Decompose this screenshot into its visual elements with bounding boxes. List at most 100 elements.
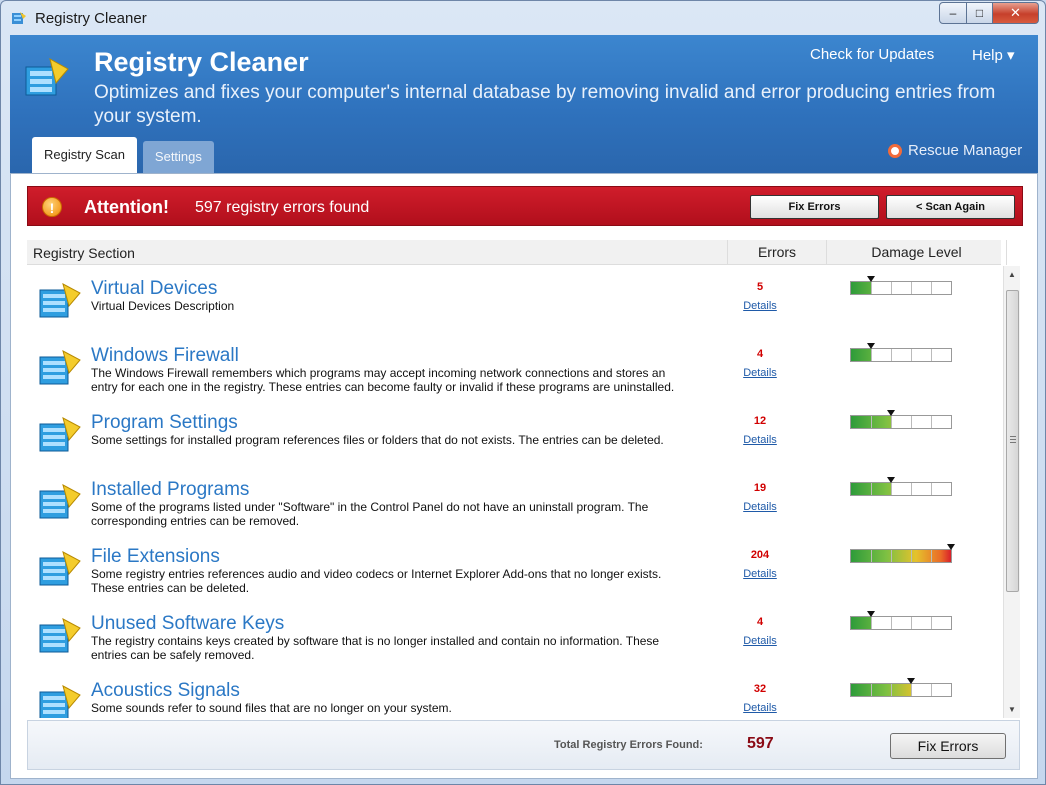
meter-segment-divider (891, 483, 892, 495)
meter-segment-divider (891, 282, 892, 294)
scroll-down-arrow-icon[interactable]: ▼ (1004, 701, 1020, 718)
row-details-link[interactable]: Details (727, 635, 793, 647)
app-window: Registry Cleaner – □ ✕ Registry Cleaner … (0, 0, 1046, 785)
column-header: Registry Section Errors Damage Level (27, 240, 1007, 265)
column-errors[interactable]: Errors (727, 240, 827, 265)
meter-segment-divider (911, 483, 912, 495)
summary-footer: Total Registry Errors Found: 597 Fix Err… (27, 720, 1020, 770)
scrollbar-thumb[interactable] (1006, 290, 1019, 592)
row-title[interactable]: Virtual Devices (91, 278, 217, 300)
row-details-link[interactable]: Details (727, 300, 793, 312)
row-description: Some of the programs listed under "Softw… (91, 500, 649, 528)
damage-level-meter (850, 343, 952, 362)
meter-segment-divider (891, 684, 892, 696)
help-menu[interactable]: Help ▾ (972, 46, 1015, 64)
meter-segment-divider (931, 349, 932, 361)
damage-level-fill (851, 282, 871, 294)
meter-segment-divider (931, 684, 932, 696)
meter-segment-divider (891, 550, 892, 562)
damage-pointer-icon (907, 678, 915, 684)
close-button[interactable]: ✕ (993, 2, 1039, 24)
row-description: Some sounds refer to sound files that ar… (91, 701, 452, 715)
minimize-button[interactable]: – (939, 2, 967, 24)
row-error-count: 4 (756, 616, 764, 628)
row-title[interactable]: File Extensions (91, 546, 220, 568)
row-details-link[interactable]: Details (727, 568, 793, 580)
app-header: Registry Cleaner Optimizes and fixes you… (10, 35, 1038, 173)
vertical-scrollbar[interactable]: ▲ ▼ (1003, 266, 1020, 718)
rescue-manager-label: Rescue Manager (908, 142, 1023, 159)
registry-section-icon (39, 685, 81, 718)
damage-pointer-icon (887, 410, 895, 416)
row-details-link[interactable]: Details (727, 501, 793, 513)
row-error-count: 5 (756, 281, 764, 293)
damage-level-meter (850, 678, 952, 697)
row-error-count: 19 (753, 482, 767, 494)
registry-section-row: File Extensions Some registry entries ref… (27, 534, 1002, 601)
damage-level-meter (850, 410, 952, 429)
damage-pointer-icon (867, 343, 875, 349)
damage-level-meter (850, 544, 955, 563)
row-title[interactable]: Acoustics Signals (91, 680, 240, 702)
damage-level-fill (851, 550, 951, 562)
grip-icon (1010, 436, 1016, 443)
row-title[interactable]: Program Settings (91, 412, 238, 434)
meter-segment-divider (931, 416, 932, 428)
total-errors-value: 597 (747, 735, 774, 752)
registry-section-list: Virtual Devices Virtual Devices Descripti… (27, 266, 1002, 718)
row-description: Some registry entries references audio a… (91, 567, 662, 595)
registry-cleaner-icon (12, 12, 26, 24)
window-title: Registry Cleaner (35, 10, 147, 27)
row-title[interactable]: Windows Firewall (91, 345, 239, 367)
tab-bar: Registry Scan Settings (32, 137, 214, 173)
row-error-count: 4 (756, 348, 764, 360)
meter-segment-divider (871, 349, 872, 361)
title-bar[interactable]: Registry Cleaner – □ ✕ (1, 1, 1045, 35)
meter-segment-divider (931, 282, 932, 294)
row-title[interactable]: Installed Programs (91, 479, 249, 501)
registry-section-icon (39, 551, 81, 586)
damage-level-meter (850, 611, 952, 630)
registry-section-icon (39, 350, 81, 385)
registry-section-row: Unused Software Keys The registry contain… (27, 601, 1002, 668)
maximize-button[interactable]: □ (967, 2, 993, 24)
damage-level-fill (851, 617, 871, 629)
row-details-link[interactable]: Details (727, 702, 793, 714)
meter-segment-divider (911, 416, 912, 428)
column-damage-level[interactable]: Damage Level (827, 240, 1007, 265)
registry-cleaner-logo-icon (25, 58, 69, 96)
meter-segment-divider (891, 617, 892, 629)
row-description: Some settings for installed program refe… (91, 433, 664, 447)
rescue-manager-link[interactable]: Rescue Manager (888, 142, 1022, 159)
damage-level-meter (850, 276, 952, 295)
meter-segment-divider (871, 617, 872, 629)
tab-settings[interactable]: Settings (142, 141, 214, 173)
meter-segment-divider (911, 550, 912, 562)
row-description: The registry contains keys created by so… (91, 634, 660, 662)
meter-segment-divider (871, 684, 872, 696)
scan-again-button[interactable]: < Scan Again (886, 195, 1015, 219)
scroll-up-arrow-icon[interactable]: ▲ (1004, 266, 1020, 283)
window-controls: – □ ✕ (939, 2, 1039, 24)
registry-section-icon (39, 618, 81, 653)
errors-found-message: 597 registry errors found (195, 199, 370, 216)
column-registry-section[interactable]: Registry Section (33, 245, 135, 261)
damage-pointer-icon (887, 477, 895, 483)
meter-segment-divider (911, 617, 912, 629)
row-title[interactable]: Unused Software Keys (91, 613, 284, 635)
meter-segment-divider (891, 416, 892, 428)
meter-segment-divider (891, 349, 892, 361)
check-for-updates-link[interactable]: Check for Updates (810, 46, 934, 63)
fix-errors-bottom-button[interactable]: Fix Errors (890, 733, 1006, 759)
info-icon: ! (42, 197, 62, 217)
row-error-count: 12 (753, 415, 767, 427)
meter-segment-divider (911, 349, 912, 361)
row-details-link[interactable]: Details (727, 434, 793, 446)
row-details-link[interactable]: Details (727, 367, 793, 379)
tab-registry-scan[interactable]: Registry Scan (32, 137, 137, 173)
damage-pointer-icon (947, 544, 955, 550)
app-description: Optimizes and fixes your computer's inte… (94, 82, 996, 127)
registry-section-row: Installed Programs Some of the programs l… (27, 467, 1002, 534)
fix-errors-button[interactable]: Fix Errors (750, 195, 879, 219)
app-title: Registry Cleaner (94, 47, 309, 77)
